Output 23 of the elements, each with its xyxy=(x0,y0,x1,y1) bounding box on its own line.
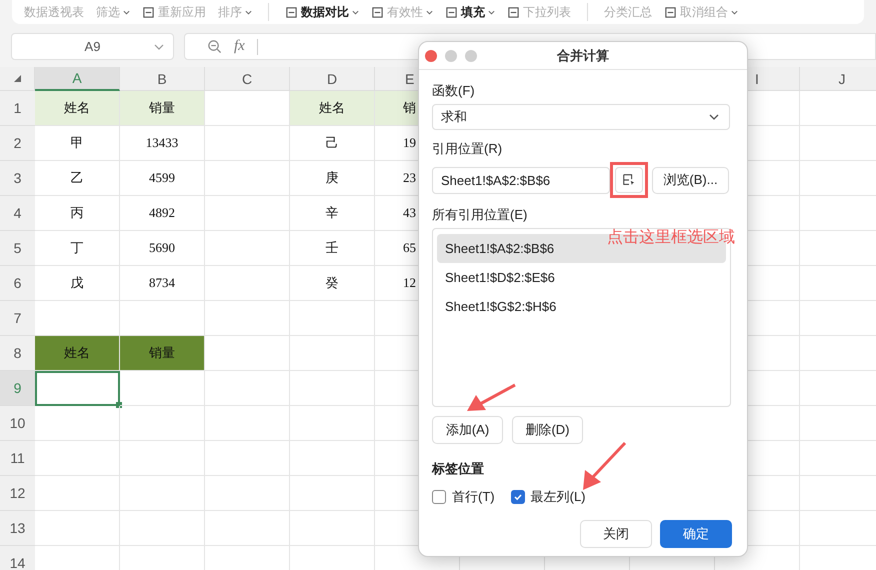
fx-label: fx xyxy=(234,38,245,55)
section-label: 标签位置 xyxy=(432,460,484,478)
table-cell: 13433 xyxy=(120,126,205,161)
table-cell: 姓名 xyxy=(35,91,120,126)
table-cell: 丙 xyxy=(35,196,120,231)
window-title: 合并计算 xyxy=(556,46,610,64)
table-cell: 姓名 xyxy=(35,336,120,371)
table-cell: 4599 xyxy=(120,161,205,196)
table-cell: 庚 xyxy=(290,161,375,196)
table-cell: 乙 xyxy=(35,161,120,196)
table-cell: 己 xyxy=(290,126,375,161)
table-cell: 销量 xyxy=(120,336,205,371)
table-cell: 姓名 xyxy=(290,91,375,126)
table-cell: 壬 xyxy=(290,231,375,266)
table-cell: 戊 xyxy=(35,266,120,301)
table-cell: 8734 xyxy=(120,266,205,301)
table-cell: 4892 xyxy=(120,196,205,231)
table-cell: 丁 xyxy=(35,231,120,266)
table-cell: 甲 xyxy=(35,126,120,161)
table-cell: 辛 xyxy=(290,196,375,231)
table-cell: 5690 xyxy=(120,231,205,266)
table-cell: 销量 xyxy=(120,91,205,126)
table-cell: 癸 xyxy=(290,266,375,301)
